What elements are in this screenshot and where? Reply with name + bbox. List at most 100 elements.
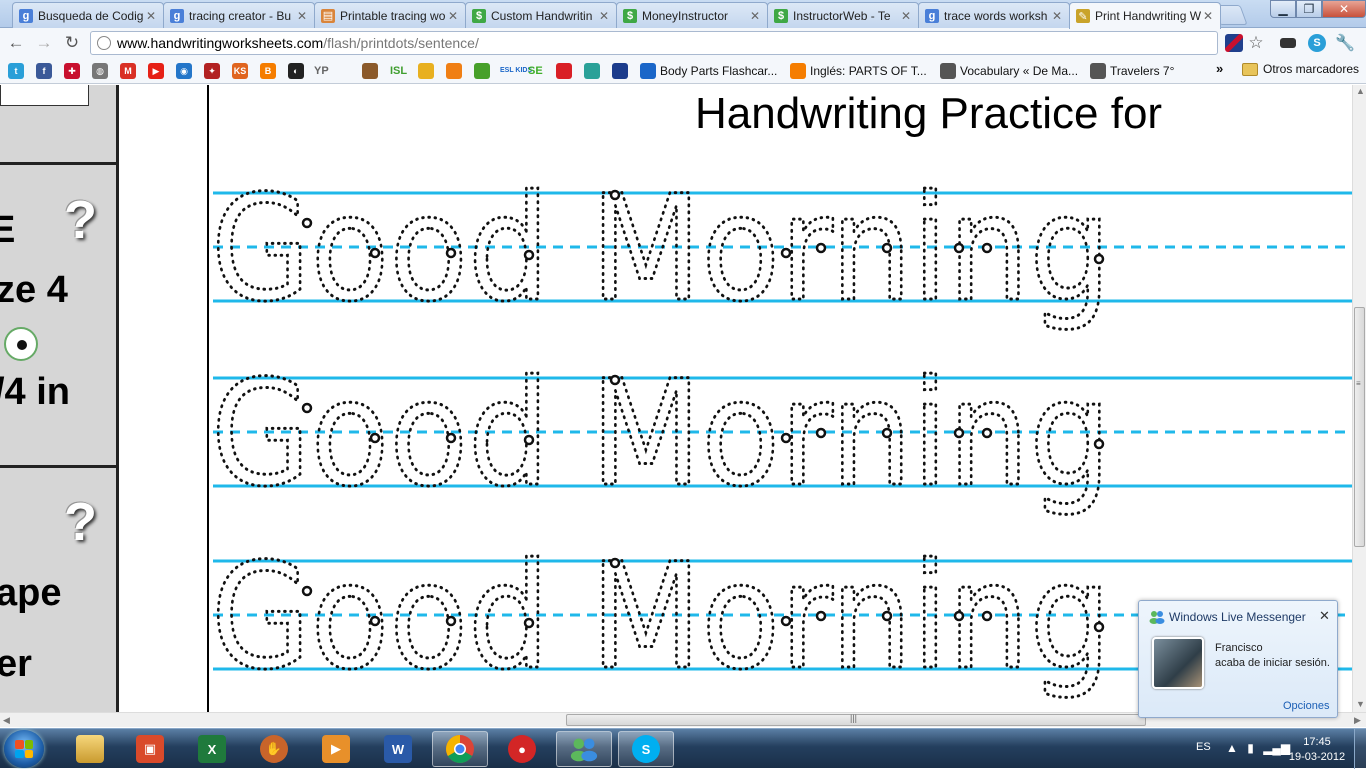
badge-icon[interactable]: ◐ bbox=[288, 63, 304, 79]
size-radio-button[interactable] bbox=[4, 327, 38, 361]
browser-tab[interactable]: $ Custom Handwritin ✕ bbox=[465, 2, 617, 28]
settings-input-box[interactable] bbox=[0, 85, 89, 106]
clock[interactable]: 17:45 19-03-2012 bbox=[1286, 735, 1348, 765]
taskbar-chrome[interactable] bbox=[432, 731, 488, 767]
se-icon[interactable]: SE bbox=[528, 62, 543, 80]
language-indicator[interactable]: ES bbox=[1196, 741, 1211, 753]
battery-icon[interactable]: ▮ bbox=[1247, 741, 1254, 755]
esl-kids-icon[interactable]: ESL KIDS bbox=[500, 62, 532, 80]
start-button[interactable] bbox=[4, 730, 44, 768]
browser-tab[interactable]: $ InstructorWeb - Te ✕ bbox=[767, 2, 919, 28]
taskbar-explorer[interactable] bbox=[62, 731, 118, 767]
youtube-icon[interactable]: ▶ bbox=[148, 63, 164, 79]
taskbar-skype[interactable]: S bbox=[618, 731, 674, 767]
circles-icon[interactable] bbox=[446, 63, 462, 79]
avatar[interactable] bbox=[1152, 637, 1204, 689]
ks-icon[interactable]: KS bbox=[232, 63, 248, 79]
bookmark-label: Travelers 7° bbox=[1110, 64, 1175, 78]
blogger-icon[interactable]: B bbox=[260, 63, 276, 79]
wrench-menu-icon[interactable]: 🔧 bbox=[1335, 34, 1355, 52]
taskbar-media-player[interactable]: ▶ bbox=[308, 731, 364, 767]
scroll-left-arrow-icon[interactable]: ◀ bbox=[3, 715, 10, 726]
bookmarks-overflow-chevron-icon[interactable]: » bbox=[1216, 61, 1223, 76]
isl-icon[interactable]: ISL bbox=[390, 62, 407, 80]
show-desktop-button[interactable] bbox=[1354, 729, 1366, 769]
tab-close-icon[interactable]: ✕ bbox=[447, 9, 459, 23]
stroke-start-point bbox=[523, 617, 535, 629]
taskbar-word[interactable]: W bbox=[370, 731, 426, 767]
window-close-button[interactable]: ✕ bbox=[1322, 0, 1366, 18]
pencil-icon: ✎ bbox=[1076, 9, 1090, 23]
fox-icon[interactable] bbox=[362, 63, 378, 79]
help-question-icon[interactable]: ? bbox=[64, 491, 97, 553]
scroll-up-arrow-icon[interactable]: ▲ bbox=[1356, 86, 1365, 96]
snowflake-icon[interactable] bbox=[556, 63, 572, 79]
translate-flag-icon[interactable] bbox=[1225, 34, 1243, 52]
word-icon: W bbox=[384, 735, 412, 763]
skype-extension-icon[interactable]: S bbox=[1308, 34, 1326, 52]
globe-icon[interactable]: ◍ bbox=[92, 63, 108, 79]
forward-arrow-icon[interactable]: → bbox=[32, 32, 56, 54]
chrome-icon bbox=[446, 735, 474, 763]
close-icon[interactable]: ✕ bbox=[1319, 608, 1330, 624]
gmail-icon[interactable]: M bbox=[120, 63, 136, 79]
flag-uk-icon[interactable]: ✚ bbox=[64, 63, 80, 79]
twitter-icon[interactable]: t bbox=[8, 63, 24, 79]
bookmark-icon[interactable]: ◉ bbox=[176, 63, 192, 79]
bookmark-travelers[interactable]: Travelers 7° bbox=[1090, 62, 1174, 80]
taskbar-angry-birds[interactable]: ● bbox=[494, 731, 550, 767]
taskbar-media-center[interactable]: ▣ bbox=[122, 731, 178, 767]
window-maximize-button[interactable]: ❐ bbox=[1296, 0, 1322, 18]
taskbar-paw-app[interactable]: ✋ bbox=[246, 731, 302, 767]
yp-icon[interactable]: YP bbox=[314, 62, 329, 80]
vertical-scroll-thumb[interactable] bbox=[1354, 307, 1365, 547]
stroke-start-point bbox=[609, 189, 621, 201]
tab-close-icon[interactable]: ✕ bbox=[1202, 9, 1214, 23]
browser-tab[interactable]: ✎ Print Handwriting W ✕ bbox=[1069, 2, 1221, 29]
tab-close-icon[interactable]: ✕ bbox=[145, 9, 157, 23]
star-icon[interactable] bbox=[612, 63, 628, 79]
dollar-icon: $ bbox=[472, 8, 486, 23]
back-arrow-icon[interactable]: ← bbox=[4, 32, 28, 54]
clock-date: 19-03-2012 bbox=[1288, 751, 1346, 763]
bird-icon[interactable]: ✦ bbox=[204, 63, 220, 79]
flower-icon[interactable] bbox=[418, 63, 434, 79]
tab-close-icon[interactable]: ✕ bbox=[749, 9, 761, 23]
tray-chevron-icon[interactable]: ▲ bbox=[1226, 741, 1238, 755]
browser-tab[interactable]: g Busqueda de Codig ✕ bbox=[12, 2, 164, 28]
frog-icon[interactable] bbox=[474, 63, 490, 79]
isl-label: ISL bbox=[390, 65, 408, 77]
extension-icon[interactable] bbox=[1280, 38, 1296, 48]
reload-icon[interactable]: ↻ bbox=[60, 32, 84, 54]
other-bookmarks-folder[interactable]: Otros marcadores bbox=[1242, 62, 1359, 76]
tab-close-icon[interactable]: ✕ bbox=[598, 9, 610, 23]
tab-close-icon[interactable]: ✕ bbox=[1051, 9, 1063, 23]
bookmarks-bar: t f ✚ ◍ M ▶ ◉ ✦ KS B ◐ YP ISL ESL KIDS SE Body Parts … bbox=[0, 58, 1366, 84]
tab-label: Printable tracing wo bbox=[340, 8, 446, 23]
browser-tab[interactable]: g trace words worksh ✕ bbox=[918, 2, 1070, 28]
browser-tab[interactable]: g tracing creator - Bu ✕ bbox=[163, 2, 315, 28]
bookmark-ingles[interactable]: Inglés: PARTS OF T... bbox=[790, 62, 927, 80]
bookmark-label: Vocabulary « De Ma... bbox=[960, 64, 1079, 78]
address-bar[interactable]: www.handwritingworksheets.com/flash/prin… bbox=[90, 31, 1218, 55]
hm-icon[interactable] bbox=[584, 63, 600, 79]
window-minimize-button[interactable]: ▁ bbox=[1270, 0, 1296, 18]
help-question-icon[interactable]: ? bbox=[64, 189, 97, 251]
messenger-notification[interactable]: Windows Live Messenger ✕ Francisco acaba… bbox=[1138, 600, 1338, 718]
bookmark-body-parts[interactable]: Body Parts Flashcar... bbox=[640, 62, 777, 80]
browser-tab[interactable]: $ MoneyInstructor ✕ bbox=[616, 2, 768, 28]
stroke-start-point bbox=[523, 434, 535, 446]
stroke-start-point bbox=[953, 242, 965, 254]
star-bookmark-icon[interactable]: ☆ bbox=[1247, 33, 1265, 52]
scroll-down-arrow-icon[interactable]: ▼ bbox=[1356, 699, 1365, 709]
tab-close-icon[interactable]: ✕ bbox=[296, 9, 308, 23]
browser-tab[interactable]: ▤ Printable tracing wo ✕ bbox=[314, 2, 466, 28]
facebook-icon[interactable]: f bbox=[36, 63, 52, 79]
bookmark-vocabulary[interactable]: Vocabulary « De Ma... bbox=[940, 62, 1078, 80]
taskbar-excel[interactable]: X bbox=[184, 731, 240, 767]
taskbar-messenger[interactable] bbox=[556, 731, 612, 767]
options-link[interactable]: Opciones bbox=[1283, 700, 1329, 712]
tab-close-icon[interactable]: ✕ bbox=[900, 9, 912, 23]
vertical-scrollbar[interactable]: ▲ ≡ ▼ bbox=[1352, 85, 1366, 712]
scroll-right-arrow-icon[interactable]: ▶ bbox=[1354, 715, 1361, 726]
